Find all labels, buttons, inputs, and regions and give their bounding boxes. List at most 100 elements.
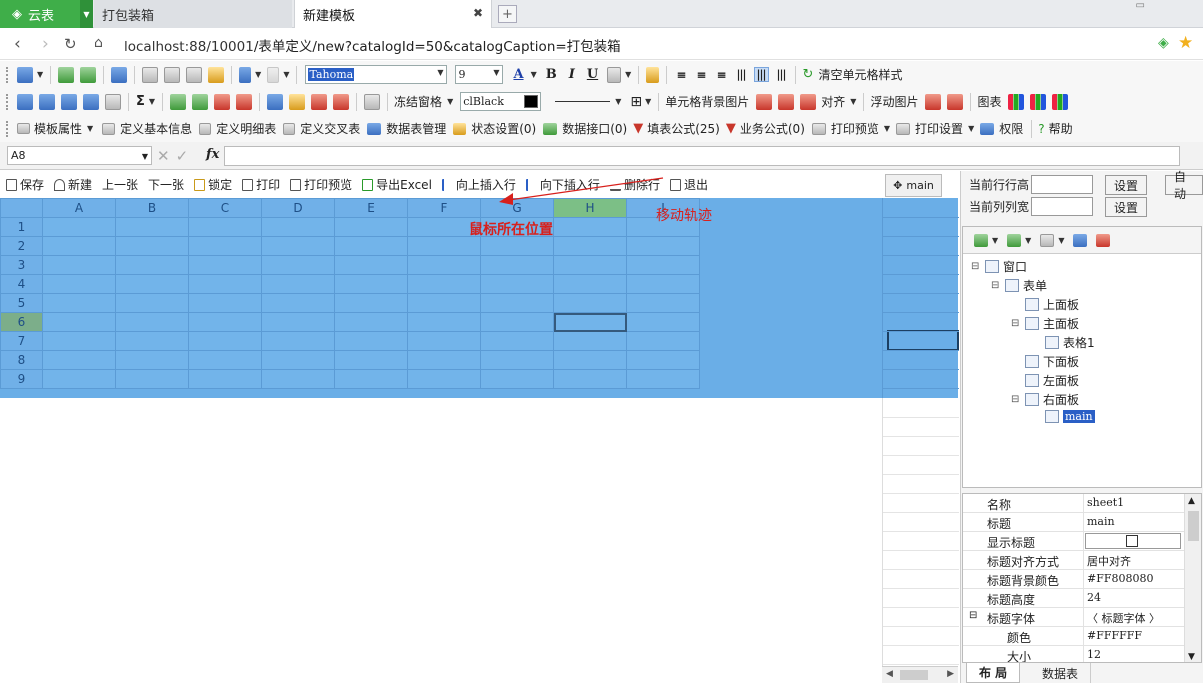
property-row[interactable]: 标题 main [963,513,1185,532]
new-tab-button[interactable]: + [498,5,517,23]
form-save-button[interactable]: 保存 [6,176,44,193]
right-panel-strip[interactable] [882,198,959,398]
property-row[interactable]: ⊟ 标题字体 〈 标题字体 〉 [963,608,1185,627]
form-next-button[interactable]: 下一张 [148,176,184,193]
cross-table-button[interactable]: 定义交叉表 [300,120,360,137]
grid-cell[interactable] [626,236,700,256]
form-new-button[interactable]: 新建 [54,176,92,193]
column-header[interactable]: F [407,198,481,218]
grid-cell[interactable] [334,369,408,389]
property-row[interactable]: 大小 12 [963,646,1185,662]
column-header[interactable]: E [334,198,408,218]
form-prev-button[interactable]: 上一张 [102,176,138,193]
grid-cell[interactable] [115,312,189,332]
form-export-excel-button[interactable]: 导出Excel [362,176,432,193]
bar-chart-2-icon[interactable] [1030,93,1047,110]
grid-cell[interactable] [553,312,627,332]
chevron-down-icon[interactable]: ▼ [968,124,974,133]
chevron-down-icon[interactable]: ▼ [531,70,537,79]
grid-cell[interactable] [480,293,554,313]
grid-cell[interactable] [115,369,189,389]
grid-cell[interactable] [188,369,262,389]
grid-cell[interactable] [115,255,189,275]
property-value[interactable]: #FFFFFF [1087,629,1142,642]
grid-cell[interactable] [626,331,700,351]
row-header[interactable]: 4 [0,274,43,294]
grid-cell[interactable] [480,350,554,370]
grid-cell[interactable] [42,236,116,256]
chevron-down-icon[interactable]: ▼ [37,70,43,79]
grid-icon[interactable] [83,93,99,110]
browser-tab-0[interactable]: 打包装箱 [94,0,292,28]
grid-cell[interactable] [553,350,627,370]
move-down-icon[interactable] [289,93,306,110]
row-header[interactable]: 3 [0,255,43,275]
cancel-confirm-icons[interactable]: ✕✓ [157,147,194,165]
page-2-icon[interactable] [333,93,350,110]
grid-cell[interactable] [553,293,627,313]
bold-icon[interactable]: B [546,67,557,82]
clear-style-icon[interactable]: ↻ [803,67,814,82]
property-value[interactable]: 24 [1087,591,1101,604]
float-add-icon[interactable] [925,93,942,110]
grid-cell[interactable] [334,217,408,237]
chevron-down-icon[interactable]: ▼ [645,97,651,106]
tree-node[interactable]: ⊟ 右面板 [1011,391,1079,408]
grid-cell[interactable] [553,255,627,275]
grid-cell[interactable] [42,350,116,370]
row-height-auto-button[interactable]: 自动 [1165,170,1203,201]
grid-cell[interactable] [626,350,700,370]
forward-icon[interactable]: › [42,34,49,54]
property-row[interactable]: 显示标题 [963,532,1185,551]
column-header[interactable]: C [188,198,262,218]
image-add-icon[interactable] [756,93,773,110]
tree-toggle-icon[interactable]: ⊟ [1011,394,1021,405]
grid-cell[interactable] [188,255,262,275]
align-button[interactable]: 对齐 [821,93,845,110]
grid-cell[interactable] [553,274,627,294]
grid-cell[interactable] [334,350,408,370]
basic-info-button[interactable]: 定义基本信息 [120,120,192,137]
row-header[interactable]: 8 [0,350,43,370]
grid-cell[interactable] [407,236,481,256]
col-width-input[interactable] [1031,197,1094,216]
grid-cell[interactable] [407,369,481,389]
grid-cell[interactable] [188,293,262,313]
formula-input[interactable] [224,146,1180,166]
grid-cell[interactable] [480,369,554,389]
tab-layout[interactable]: 布 局 [966,663,1021,683]
grid-cell[interactable] [261,236,335,256]
grid-cell[interactable] [115,331,189,351]
grid-cell[interactable] [42,331,116,351]
column-header[interactable]: D [261,198,335,218]
property-value[interactable]: #FF808080 [1087,572,1153,585]
grid-cell[interactable] [553,236,627,256]
align-center-icon[interactable]: ≡ [696,68,706,82]
font-color-icon[interactable]: A [513,67,523,82]
row-header[interactable]: 1 [0,217,43,237]
tree-node[interactable]: ⊟ 表单 [991,277,1047,294]
property-row[interactable]: 颜色 #FFFFFF [963,627,1185,646]
tree-toggle-icon[interactable]: ⊟ [971,261,981,272]
grid-cell[interactable] [188,217,262,237]
grid-cell[interactable] [261,274,335,294]
row-header[interactable]: 9 [0,369,43,389]
tree-node[interactable]: 左面板 [1011,372,1079,389]
grid-cell[interactable] [480,236,554,256]
fill-formula-button[interactable]: 填表公式(25) [647,120,720,137]
grid-cell[interactable] [480,255,554,275]
property-row[interactable]: 名称 sheet1 [963,494,1185,513]
page-icon[interactable] [311,93,328,110]
refresh-icon[interactable]: ↻ [64,35,77,53]
chevron-down-icon[interactable]: ▼ [255,70,261,79]
bar-chart-icon[interactable] [1008,93,1025,110]
grid-cell[interactable] [334,255,408,275]
grid-cell[interactable] [407,350,481,370]
favorite-star-icon[interactable]: ★ [1178,33,1193,53]
grid-cell[interactable] [42,369,116,389]
spreadsheet-grid[interactable]: ABCDEFGHI123456789 [0,198,700,389]
row-header[interactable]: 2 [0,236,43,256]
grid-cell[interactable] [115,274,189,294]
paste-icon[interactable] [186,66,203,83]
move-up-icon[interactable] [267,93,284,110]
